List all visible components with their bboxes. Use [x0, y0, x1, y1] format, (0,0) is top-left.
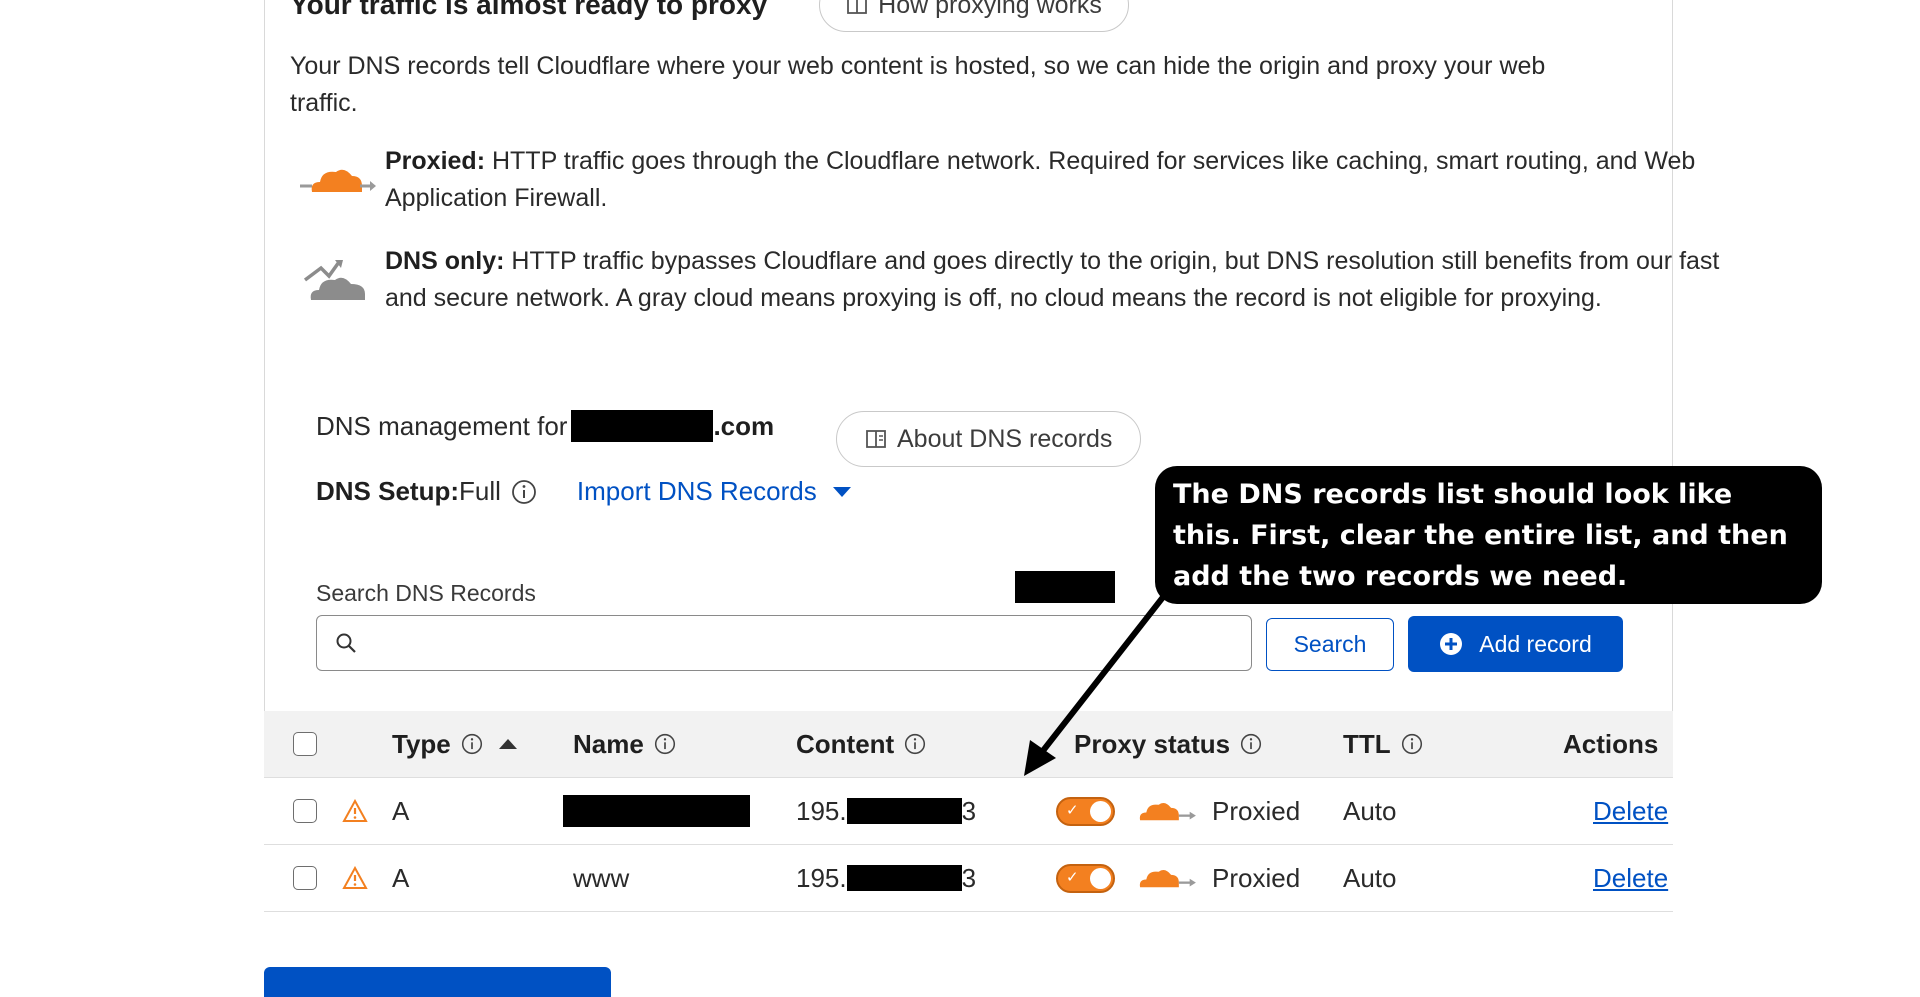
redacted-name — [563, 795, 750, 827]
column-actions: Actions — [1563, 728, 1659, 759]
book-icon — [866, 430, 886, 448]
legend-proxied-desc: HTTP traffic goes through the Cloudflare… — [385, 147, 1696, 212]
orange-cloud-icon — [1139, 803, 1196, 821]
continue-button[interactable] — [264, 967, 611, 997]
table-row: A www 195. 3 ✓ Proxied Auto Delete — [264, 845, 1673, 912]
record-ttl: Auto — [1343, 862, 1397, 893]
book-icon — [847, 0, 868, 14]
column-type[interactable]: Type — [392, 711, 519, 777]
info-icon[interactable] — [1240, 733, 1262, 755]
orange-cloud-icon — [299, 169, 376, 192]
plus-circle-icon — [1440, 633, 1463, 655]
record-type: A — [392, 862, 410, 893]
info-icon[interactable] — [904, 733, 926, 755]
legend-proxied-title: Proxied: — [385, 147, 486, 175]
info-icon[interactable] — [511, 479, 537, 505]
legend-proxied-text: Proxied: HTTP traffic goes through the C… — [385, 143, 1735, 217]
info-icon[interactable] — [461, 733, 483, 755]
column-name: Name — [573, 711, 676, 777]
legend-dns-only-text: DNS only: HTTP traffic bypasses Cloudfla… — [385, 243, 1735, 317]
proxy-toggle[interactable]: ✓ — [1056, 863, 1115, 893]
column-content: Content — [796, 711, 926, 777]
redacted-domain — [571, 410, 714, 442]
dns-management-heading: DNS management for .com — [316, 410, 774, 442]
redacted-ip — [846, 798, 962, 824]
search-label: Search DNS Records — [316, 580, 536, 606]
management-prefix: DNS management for — [316, 410, 568, 441]
orange-cloud-icon — [1139, 870, 1196, 888]
caret-down-icon — [832, 486, 851, 497]
column-type-label: Type — [392, 728, 451, 759]
column-name-label: Name — [573, 728, 644, 759]
legend-dns-only-title: DNS only: — [385, 247, 505, 275]
content-prefix: 195. — [796, 862, 847, 893]
record-name: www — [573, 862, 630, 893]
record-content: 195. 3 — [796, 845, 976, 911]
import-dns-records-label: Import DNS Records — [576, 476, 817, 506]
setup-label: DNS Setup: — [316, 476, 459, 506]
header: Your traffic is almost ready to proxy Ho… — [290, 0, 1129, 32]
search-icon — [336, 633, 356, 653]
setup-value: Full — [459, 476, 501, 506]
proxy-status-text: Proxied — [1212, 795, 1301, 826]
dns-setup: DNS Setup: Full Import DNS Records — [316, 476, 853, 507]
info-icon[interactable] — [1401, 733, 1423, 755]
delete-button[interactable]: Delete — [1593, 796, 1668, 827]
dns-records-table: Type Name Content Proxy status TTL Actio… — [264, 711, 1673, 912]
delete-button[interactable]: Delete — [1593, 863, 1668, 894]
proxy-status-text: Proxied — [1212, 862, 1301, 893]
warning-icon[interactable] — [342, 866, 368, 890]
about-dns-records-button[interactable]: About DNS records — [836, 411, 1142, 467]
sort-asc-icon[interactable] — [497, 737, 519, 751]
content-prefix: 195. — [796, 795, 847, 826]
info-icon[interactable] — [654, 733, 676, 755]
page-title: Your traffic is almost ready to proxy — [290, 0, 768, 20]
intro-text: Your DNS records tell Cloudflare where y… — [290, 52, 1546, 117]
column-proxy-status: Proxy status — [1074, 711, 1262, 777]
column-proxy-label: Proxy status — [1074, 728, 1231, 759]
annotation-callout: The DNS records list should look like th… — [1155, 466, 1822, 604]
content-suffix: 3 — [961, 795, 977, 826]
row-checkbox[interactable] — [293, 866, 317, 890]
record-ttl: Auto — [1343, 795, 1397, 826]
legend-proxied: Proxied: HTTP traffic goes through the C… — [290, 143, 1735, 217]
row-checkbox[interactable] — [293, 799, 317, 823]
how-proxying-button[interactable]: How proxying works — [819, 0, 1129, 32]
column-content-label: Content — [796, 728, 895, 759]
column-ttl: TTL — [1343, 711, 1423, 777]
record-type: A — [392, 795, 410, 826]
select-all-checkbox[interactable] — [293, 732, 317, 756]
warning-icon[interactable] — [342, 799, 368, 823]
add-record-button[interactable]: Add record — [1408, 616, 1623, 672]
legend-dns-only-desc: HTTP traffic bypasses Cloudflare and goe… — [385, 247, 1720, 312]
column-ttl-label: TTL — [1343, 728, 1391, 759]
gray-cloud-icon — [303, 260, 365, 300]
legend-dns-only: DNS only: HTTP traffic bypasses Cloudfla… — [290, 243, 1735, 317]
table-row: A 195. 3 ✓ Proxied Auto Delete — [264, 778, 1673, 845]
redacted-block — [1015, 571, 1115, 603]
content-suffix: 3 — [961, 862, 977, 893]
search-input[interactable] — [367, 628, 1251, 658]
search-button[interactable]: Search — [1266, 618, 1394, 671]
import-dns-records-dropdown[interactable]: Import DNS Records — [577, 476, 853, 507]
proxy-toggle[interactable]: ✓ — [1056, 796, 1115, 826]
management-suffix: .com — [713, 410, 775, 441]
how-proxying-label: How proxying works — [878, 0, 1102, 19]
redacted-ip — [846, 865, 962, 891]
table-header: Type Name Content Proxy status TTL Actio… — [264, 711, 1673, 778]
add-record-label: Add record — [1479, 630, 1592, 657]
search-field[interactable] — [316, 615, 1252, 671]
about-dns-records-label: About DNS records — [897, 424, 1113, 453]
record-content: 195. 3 — [796, 778, 976, 844]
